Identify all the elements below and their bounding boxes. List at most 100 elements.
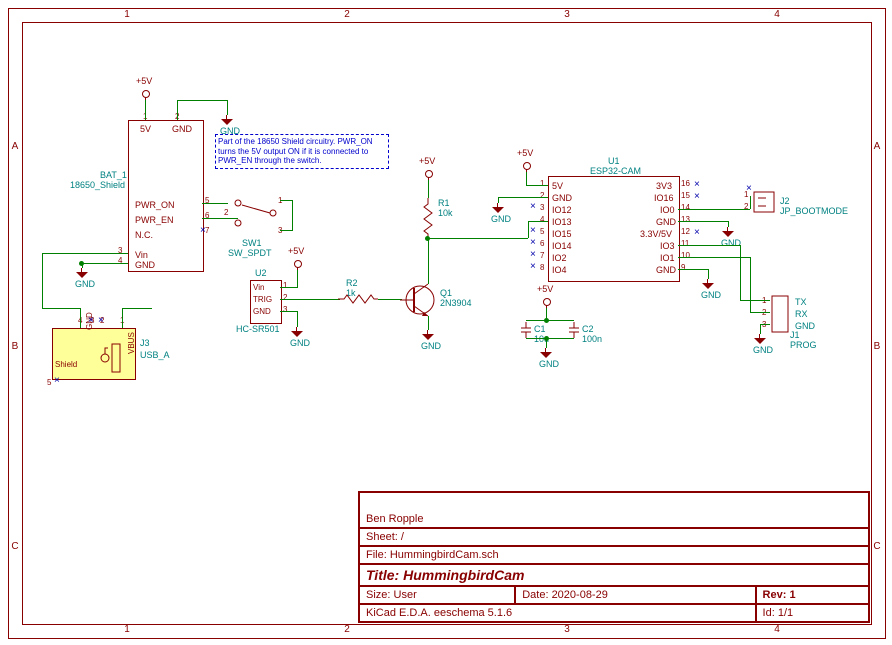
j3-shield: Shield — [55, 360, 77, 369]
q1-val: 2N3904 — [440, 298, 472, 308]
pwr-5v-r1 — [423, 168, 435, 180]
wire — [202, 203, 228, 204]
junction — [425, 236, 430, 241]
u1-r2: IO0 — [660, 205, 675, 215]
u1-l5: IO14 — [552, 241, 572, 251]
tb-id: Id: 1/1 — [756, 604, 869, 622]
c1-ref: C1 — [534, 324, 546, 334]
nc-u1-8: × — [530, 264, 536, 270]
c2-ref: C2 — [582, 324, 594, 334]
u1-l2: IO12 — [552, 205, 572, 215]
nc-u1-5: × — [530, 228, 536, 234]
ruler-bot-1: 1 — [120, 623, 134, 637]
sw-val: SW_SPDT — [228, 248, 272, 258]
q1-symbol — [400, 278, 440, 322]
u2-p1: Vin — [253, 283, 264, 292]
u1-ln1: 2 — [540, 191, 544, 200]
wire — [280, 311, 298, 312]
wire — [42, 253, 43, 308]
pwr-5v-caps-label: +5V — [537, 284, 553, 294]
u1-r4: 3.3V/5V — [640, 229, 672, 239]
nc-u1-16: × — [694, 182, 700, 188]
gnd-j1 — [754, 334, 766, 344]
pwr-5v-r1-label: +5V — [419, 156, 435, 166]
wire — [750, 312, 770, 313]
tb-rev: Rev: 1 — [756, 586, 869, 604]
q1-ref: Q1 — [440, 288, 452, 298]
u1-rn5: 11 — [681, 239, 689, 248]
wire — [378, 299, 402, 300]
wire — [526, 338, 574, 339]
u1-rn0: 16 — [681, 179, 690, 188]
tb-size: Size: User — [359, 586, 515, 604]
wire — [528, 221, 529, 238]
gnd-u1l — [492, 203, 504, 213]
c2-val: 100n — [582, 334, 602, 344]
gnd-u1r-label: GND — [721, 238, 741, 248]
u1-r0: 3V3 — [656, 181, 672, 191]
r2-symbol — [338, 294, 378, 304]
j2-ref: J2 — [780, 196, 790, 206]
u1-ln7: 8 — [540, 263, 544, 272]
wire — [678, 221, 728, 222]
ruler-left-c: C — [8, 540, 22, 554]
r2-ref: R2 — [346, 278, 358, 288]
noconn-j3-5: × — [54, 378, 60, 384]
wire — [428, 238, 528, 239]
u1-l1: GND — [552, 193, 572, 203]
u2-ref: U2 — [255, 268, 267, 278]
wire — [297, 311, 298, 327]
tb-title: Title: HummingbirdCam — [359, 564, 869, 586]
r1-ref: R1 — [438, 198, 450, 208]
wire — [760, 324, 770, 325]
tb-file: File: HummingbirdCam.sch — [359, 546, 869, 564]
nc-u1-12: × — [694, 230, 700, 236]
wire — [297, 270, 298, 287]
gnd-u2-label: GND — [290, 338, 310, 348]
wire — [42, 308, 80, 309]
bat-pwr-en: PWR_EN — [135, 215, 174, 225]
u1-val: ESP32-CAM — [590, 166, 641, 176]
gnd-u1-9 — [702, 279, 714, 289]
wire — [428, 180, 429, 198]
j2-val: JP_BOOTMODE — [780, 206, 848, 216]
title-block: Ben Ropple Sheet: / File: HummingbirdCam… — [358, 491, 870, 623]
wire — [227, 100, 228, 115]
gnd-u1l-label: GND — [491, 214, 511, 224]
gnd-left-label: GND — [75, 279, 95, 289]
gnd-caps — [540, 348, 552, 358]
j3-vbus: VBUS — [127, 332, 136, 354]
j1-rx: RX — [795, 309, 808, 319]
wire — [122, 308, 152, 309]
gnd-q1 — [422, 330, 434, 340]
nc-u1-6: × — [530, 240, 536, 246]
bat-pwr-on: PWR_ON — [135, 200, 175, 210]
bat-nc: N.C. — [135, 230, 153, 240]
j3-val: USB_A — [140, 350, 170, 360]
gnd-caps-label: GND — [539, 359, 559, 369]
ruler-right-a: A — [870, 140, 884, 154]
gnd-left — [76, 268, 88, 278]
wire — [280, 299, 340, 300]
u1-ln3: 4 — [540, 215, 544, 224]
u1-r1: IO16 — [654, 193, 674, 203]
j1-gnd: GND — [795, 321, 815, 331]
u1-l6: IO2 — [552, 253, 567, 263]
bat-vin: Vin — [135, 250, 148, 260]
u1-rn7: 9 — [681, 263, 685, 272]
gnd-bat-top — [221, 115, 233, 125]
nc-j2-1: × — [746, 186, 752, 192]
bat-pin2-name: GND — [172, 124, 192, 134]
wire — [740, 300, 770, 301]
u1-ref: U1 — [608, 156, 620, 166]
wire — [42, 253, 128, 254]
junction — [544, 318, 549, 323]
nc-u1-3: × — [530, 204, 536, 210]
r1-val: 10k — [438, 208, 453, 218]
wire — [678, 245, 740, 246]
wire — [122, 308, 123, 328]
u1-l4: IO15 — [552, 229, 572, 239]
gnd-q1-label: GND — [421, 341, 441, 351]
gnd-u1-9-label: GND — [701, 290, 721, 300]
u1-r7: GND — [656, 265, 676, 275]
